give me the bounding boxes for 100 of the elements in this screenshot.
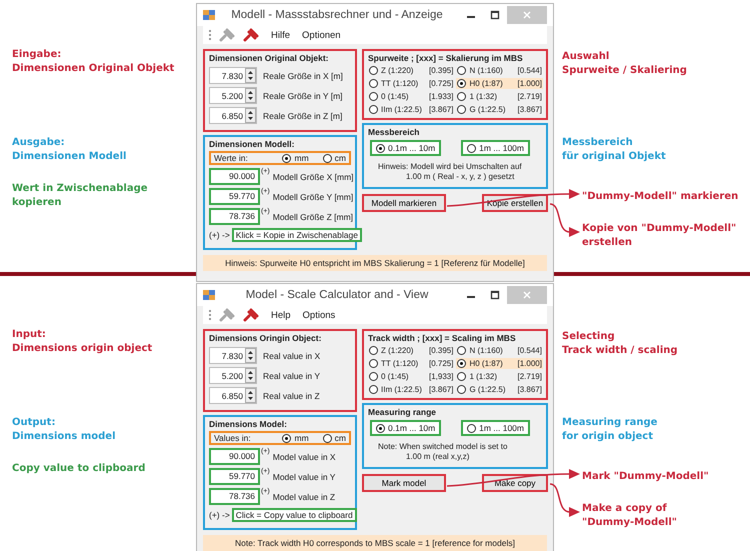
- radio-option[interactable]: 1m ... 100m: [461, 420, 530, 436]
- radio-option[interactable]: TT (1:120) [0.725]: [368, 78, 454, 89]
- field-label: Werte in:: [214, 153, 249, 163]
- radio-option[interactable]: G (1:22.5) [3.867]: [456, 104, 543, 115]
- spinner-icon[interactable]: [245, 348, 256, 363]
- menu-item[interactable]: Options: [302, 310, 336, 320]
- close-icon: [522, 290, 532, 300]
- number-input[interactable]: 5.200: [209, 367, 257, 384]
- radio-option[interactable]: TT (1:120) [0.725]: [368, 358, 454, 369]
- annotation-note: Messbereich für original Objekt: [562, 136, 666, 164]
- group-title: Dimensionen Modell:: [209, 139, 296, 150]
- field-label: Model value in X: [272, 452, 336, 462]
- field-label: Model value in Y: [272, 472, 336, 482]
- annotation-note: Output: Dimensions model: [12, 416, 116, 444]
- note-text: Hinweis: Modell wird bei Umschalten auf 1.00 m ( Real - x, y, z ) gesetzt: [377, 162, 523, 182]
- radio-option[interactable]: 1m ... 100m: [461, 140, 530, 156]
- group-title: Dimensions Oringin Object:: [209, 333, 322, 344]
- output-field[interactable]: 59.770: [209, 188, 260, 205]
- radio-option[interactable]: 0.1m ... 10m: [370, 140, 442, 156]
- annotation-note: Make a copy of "Dummy-Modell": [582, 502, 677, 530]
- field-label: Real value in X: [263, 350, 320, 360]
- number-input[interactable]: 7.830: [209, 347, 257, 364]
- number-input[interactable]: 6.850: [209, 107, 257, 124]
- copy-hint: Klick = Kopie in Zwischenablage: [232, 228, 362, 242]
- radio-option[interactable]: N (1:160) [0.544]: [456, 65, 543, 76]
- field-label: Reale Größe in Z [m]: [263, 110, 342, 120]
- annotation-note: Kopie von "Dummy-Modell" erstellen: [582, 222, 736, 250]
- radio-option[interactable]: 0 (1:45) [1.933]: [368, 91, 454, 102]
- number-input[interactable]: 5.200: [209, 87, 257, 104]
- field-label: (+) ->: [209, 510, 230, 520]
- radio-option[interactable]: Z (1:220) [0.395]: [368, 345, 454, 356]
- action-button[interactable]: Make copy: [482, 474, 548, 492]
- output-field[interactable]: 78.736: [209, 208, 260, 225]
- radio-option[interactable]: IIm (1:22.5) [3.867]: [368, 384, 454, 395]
- menu-item[interactable]: Help: [271, 310, 291, 320]
- window-title: Modell - Massstabsrechner und - Anzeige: [230, 9, 444, 21]
- output-field[interactable]: 90.000: [209, 168, 260, 185]
- copy-hint: Click = Copy value to clipboard: [232, 508, 357, 522]
- group-title: Spurweite ; [xxx] = Skalierung im MBS: [368, 53, 524, 64]
- annotation-note: Eingabe: Dimensionen Original Objekt: [12, 48, 174, 76]
- number-input[interactable]: 6.850: [209, 387, 257, 404]
- output-field[interactable]: 78.736: [209, 488, 260, 505]
- radio-option[interactable]: cm: [322, 153, 346, 163]
- radio-option[interactable]: G (1:22.5) [3.867]: [456, 384, 543, 395]
- field-label: Modell Größe X [mm]: [272, 172, 354, 182]
- menu-item[interactable]: Hilfe: [271, 30, 290, 40]
- annotation-note: Selecting Track width / scaling: [562, 330, 678, 358]
- radio-option[interactable]: 1 (1:32) [2.719]: [456, 91, 543, 102]
- group-title: Dimensionen Original Objekt:: [209, 53, 330, 64]
- app-icon: [203, 289, 215, 301]
- annotation-note: Ausgabe: Dimensionen Modell: [12, 136, 126, 164]
- radio-option[interactable]: 1 (1:32) [2.719]: [456, 371, 543, 382]
- radio-option[interactable]: mm: [282, 433, 309, 443]
- radio-option[interactable]: H0 (1:87) [1.000]: [456, 78, 543, 89]
- output-field[interactable]: 90.000: [209, 448, 260, 465]
- group-title: Messbereich: [368, 127, 420, 138]
- spinner-icon[interactable]: [245, 368, 256, 383]
- maximize-icon: [490, 290, 500, 300]
- annotation-note: Auswahl Spurweite / Skaliering: [562, 50, 687, 78]
- group-title: Dimensions Model:: [209, 419, 288, 430]
- annotation-note: Measuring range for origin object: [562, 416, 658, 444]
- field-label: Modell Größe Y [mm]: [272, 192, 354, 202]
- note-text: Note: When switched model is set to 1.00 m (real x,y,z): [377, 442, 508, 462]
- group-title: Measuring range: [368, 407, 438, 418]
- action-button[interactable]: Mark model: [362, 474, 446, 492]
- close-icon: [522, 10, 532, 20]
- field-label: Real value in Z: [263, 390, 320, 400]
- group-title: Track width ; [xxx] = Scaling im MBS: [368, 333, 517, 344]
- radio-option[interactable]: mm: [282, 153, 309, 163]
- spinner-icon[interactable]: [245, 388, 256, 403]
- field-label: Reale Größe in Y [m]: [263, 90, 343, 100]
- radio-option[interactable]: 0.1m ... 10m: [370, 420, 442, 436]
- annotation-note: Mark "Dummy-Modell": [582, 470, 709, 484]
- action-button[interactable]: Modell markieren: [362, 194, 446, 212]
- annotation-note: "Dummy-Modell" markieren: [582, 190, 738, 204]
- field-label: Modell Größe Z [mm]: [272, 212, 354, 222]
- field-label: Model value in Z: [272, 492, 336, 502]
- annotation-note: Wert in Zwischenablage kopieren: [12, 182, 148, 210]
- radio-option[interactable]: Z (1:220) [0.395]: [368, 65, 454, 76]
- app-icon: [203, 9, 215, 21]
- spinner-icon[interactable]: [245, 108, 256, 123]
- number-input[interactable]: 7.830: [209, 67, 257, 84]
- field-label: Reale Größe in X [m]: [263, 70, 343, 80]
- spinner-icon[interactable]: [245, 68, 256, 83]
- radio-option[interactable]: IIm (1:22.5) [3.867]: [368, 104, 454, 115]
- window-title: Model - Scale Calculator and - View: [244, 289, 430, 301]
- radio-option[interactable]: cm: [322, 433, 346, 443]
- hint-bar: Hinweis: Spurweite H0 entspricht im MBS Skalierung = 1 [Referenz für Modelle]: [203, 255, 547, 271]
- menu-item[interactable]: Optionen: [302, 30, 341, 40]
- annotation-note: Input: Dimensions origin object: [12, 328, 152, 356]
- maximize-icon: [490, 10, 500, 20]
- radio-option[interactable]: H0 (1:87) [1.000]: [456, 358, 543, 369]
- spinner-icon[interactable]: [245, 88, 256, 103]
- radio-option[interactable]: 0 (1:45) [1,933]: [368, 371, 454, 382]
- annotation-note: Copy value to clipboard: [12, 462, 146, 476]
- hint-bar: Note: Track width H0 corresponds to MBS scale = 1 [reference for models]: [203, 535, 547, 551]
- field-label: (+) ->: [209, 230, 230, 240]
- radio-option[interactable]: N (1:160) [0.544]: [456, 345, 543, 356]
- output-field[interactable]: 59.770: [209, 468, 260, 485]
- field-label: Values in:: [214, 433, 252, 443]
